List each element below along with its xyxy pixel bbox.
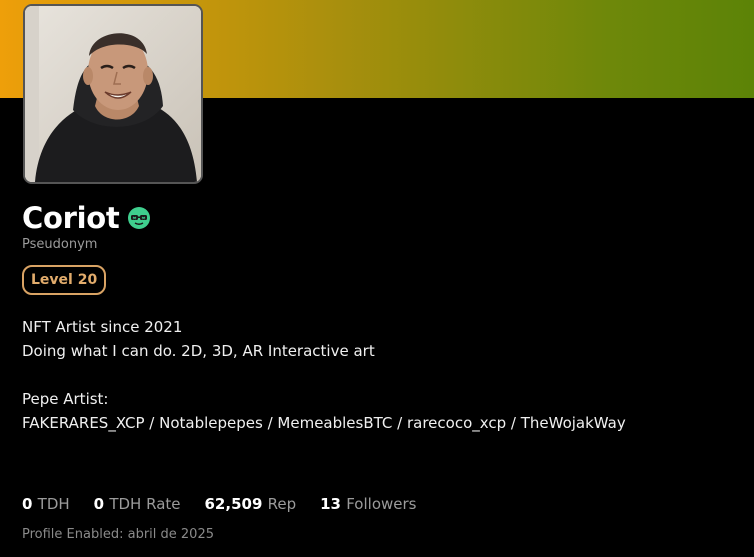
profile-page: Coriot Pseudonym Level 20 NFT Artist sin…: [0, 0, 754, 557]
stat-rep-label: Rep: [267, 495, 297, 513]
name-row: Coriot: [22, 198, 151, 238]
stat-followers-label: Followers: [346, 495, 417, 513]
stat-tdh-rate-value: 0: [93, 495, 110, 513]
stat-tdh-value: 0: [22, 495, 38, 513]
bio-spacer: [22, 363, 626, 387]
profile-name: Coriot: [22, 201, 120, 235]
bio-line: FAKERARES_XCP / Notablepepes / Memeables…: [22, 414, 626, 432]
bio-line: Pepe Artist:: [22, 390, 109, 408]
stat-tdh-label: TDH: [37, 495, 70, 513]
profile-classification: Pseudonym: [22, 237, 98, 252]
avatar[interactable]: [23, 4, 203, 184]
stat-rep-value: 62,509: [204, 495, 268, 513]
stat-tdh-rate-label: TDH Rate: [109, 495, 181, 513]
stat-followers[interactable]: 13 Followers: [320, 495, 416, 513]
profile-bio: NFT Artist since 2021 Doing what I can d…: [22, 315, 626, 435]
bio-line: NFT Artist since 2021: [22, 318, 183, 336]
stat-rep[interactable]: 62,509 Rep: [205, 495, 297, 513]
level-badge[interactable]: Level 20: [22, 265, 107, 295]
stat-tdh-rate[interactable]: 0 TDH Rate: [94, 495, 181, 513]
glasses-face-icon[interactable]: [127, 206, 151, 230]
profile-stats: 0 TDH 0 TDH Rate 62,509 Rep 13 Followers: [22, 495, 416, 513]
bio-line: Doing what I can do. 2D, 3D, AR Interact…: [22, 342, 375, 360]
profile-enabled-date: Profile Enabled: abril de 2025: [22, 527, 214, 542]
stat-followers-value: 13: [320, 495, 347, 513]
stat-tdh[interactable]: 0 TDH: [22, 495, 70, 513]
